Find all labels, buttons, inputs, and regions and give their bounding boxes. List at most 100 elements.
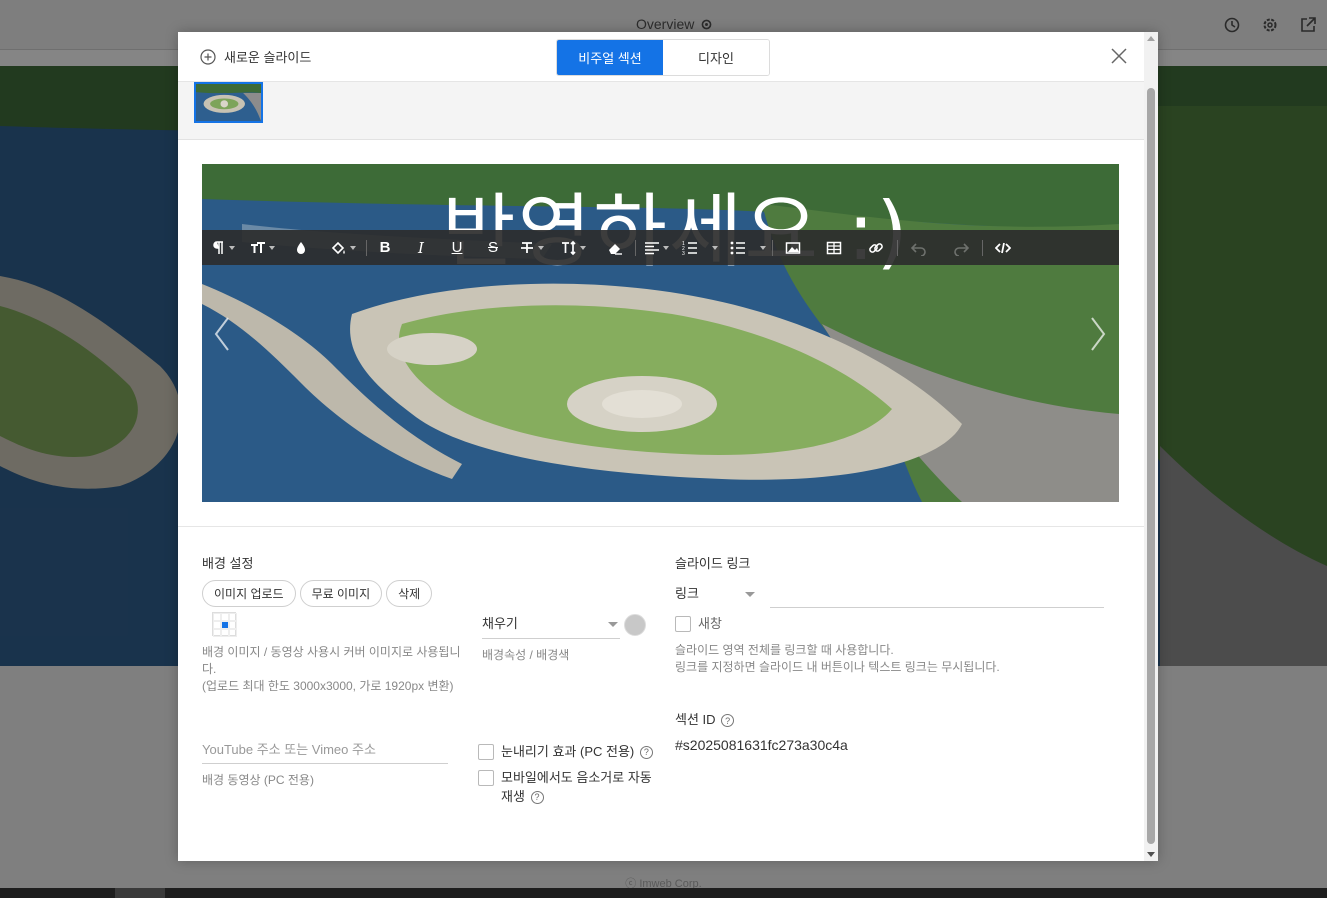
tab-design[interactable]: 디자인 xyxy=(663,40,769,75)
chevron-down-icon xyxy=(745,592,755,597)
line-height-icon xyxy=(561,240,576,255)
italic-icon: I xyxy=(418,238,424,257)
color-drop-icon xyxy=(297,241,305,254)
scroll-thumb[interactable] xyxy=(1147,88,1155,844)
bold-tool[interactable]: B xyxy=(367,230,403,265)
modal-scrollbar[interactable] xyxy=(1144,32,1158,861)
undo-tool[interactable] xyxy=(898,230,940,265)
line-height-tool[interactable] xyxy=(551,230,595,265)
plus-circle-icon xyxy=(200,48,216,65)
background-color-swatch[interactable] xyxy=(624,614,646,636)
gear-icon xyxy=(701,19,712,29)
text-editor-toolbar: B I U S 123 xyxy=(202,230,1119,265)
background-image-buttons: 이미지 업로드 무료 이미지 삭제 xyxy=(202,580,433,607)
external-link-icon[interactable] xyxy=(1299,16,1317,34)
page-title-text: Overview xyxy=(636,16,695,32)
clear-format-tool[interactable] xyxy=(511,230,551,265)
video-url-hint: 배경 동영상 (PC 전용) xyxy=(202,773,314,787)
scroll-up-arrow-icon[interactable] xyxy=(1147,36,1155,41)
new-window-checkbox[interactable] xyxy=(675,616,691,632)
snow-effect-option[interactable]: 눈내리기 효과 (PC 전용) ? xyxy=(478,742,653,761)
image-position-grid[interactable] xyxy=(212,612,237,637)
position-center-selected[interactable] xyxy=(221,621,229,629)
align-tool[interactable] xyxy=(636,230,676,265)
thumbnail-image xyxy=(196,84,261,121)
paragraph-icon xyxy=(212,240,223,254)
insert-link-tool[interactable] xyxy=(855,230,897,265)
visual-section-modal: 새로운 슬라이드 비주얼 섹션 디자인 B I U S 1 2 3 배경 설정 … xyxy=(178,32,1158,861)
help-icon[interactable]: ? xyxy=(639,746,653,760)
chevron-right-icon[interactable] xyxy=(1088,314,1108,354)
insert-table-tool[interactable] xyxy=(813,230,855,265)
unordered-list-icon xyxy=(730,241,745,254)
underline-tool[interactable]: U xyxy=(439,230,475,265)
section-divider xyxy=(178,526,1144,527)
paragraph-tool[interactable] xyxy=(202,230,242,265)
slide-thumbnail[interactable] xyxy=(194,82,263,123)
new-window-option[interactable]: 새창 xyxy=(675,614,722,633)
new-slide-button[interactable]: 새로운 슬라이드 xyxy=(200,47,311,66)
eraser-tool[interactable] xyxy=(595,230,635,265)
code-icon xyxy=(995,242,1011,253)
taskbar-app-active[interactable] xyxy=(115,888,165,898)
scroll-down-arrow-icon[interactable] xyxy=(1147,852,1155,857)
free-image-button[interactable]: 무료 이미지 xyxy=(299,580,383,607)
redo-tool[interactable] xyxy=(940,230,982,265)
help-icon[interactable]: ? xyxy=(530,791,544,805)
section-id-title: 섹션 ID ? xyxy=(675,709,735,728)
code-view-tool[interactable] xyxy=(983,230,1023,265)
text-size-icon xyxy=(250,241,265,253)
background-image-hint: 배경 이미지 / 동영상 사용시 커버 이미지로 사용됩니다. (업로드 최대 … xyxy=(202,645,461,693)
fill-color-tool[interactable] xyxy=(320,230,366,265)
redo-icon xyxy=(954,242,969,256)
help-icon[interactable]: ? xyxy=(721,714,735,728)
video-url-input[interactable] xyxy=(202,736,448,764)
section-id-value: #s2025081631fc273a30c4a xyxy=(675,737,848,753)
undo-icon xyxy=(911,242,926,256)
bold-icon: B xyxy=(379,239,391,256)
history-icon[interactable] xyxy=(1223,16,1241,34)
strikethrough-tool[interactable]: S xyxy=(475,230,511,265)
link-icon xyxy=(869,242,883,253)
background-settings-title: 배경 설정 xyxy=(202,556,254,571)
strikethrough-icon: S xyxy=(487,239,498,256)
insert-image-tool[interactable] xyxy=(773,230,813,265)
clear-format-icon xyxy=(520,241,533,253)
chevron-left-icon[interactable] xyxy=(212,314,232,354)
link-type-select[interactable]: 링크 xyxy=(675,583,757,609)
text-size-tool[interactable] xyxy=(242,230,282,265)
svg-text:3: 3 xyxy=(682,251,685,256)
slide-preview: 반영하세요 :) xyxy=(202,164,1119,502)
delete-image-button[interactable]: 삭제 xyxy=(386,580,433,607)
table-icon xyxy=(826,241,842,254)
mobile-autoplay-checkbox[interactable] xyxy=(478,770,494,786)
mobile-autoplay-option[interactable]: 모바일에서도 음소거로 자동 재생 ? xyxy=(478,768,658,806)
snow-effect-checkbox[interactable] xyxy=(478,744,494,760)
eraser-icon xyxy=(609,243,622,255)
slide-link-url-input[interactable] xyxy=(770,580,1104,608)
modal-header: 새로운 슬라이드 비주얼 섹션 디자인 xyxy=(178,32,1144,82)
italic-tool[interactable]: I xyxy=(403,230,439,265)
taskbar xyxy=(0,888,1327,898)
page-title: Overview xyxy=(636,16,713,32)
tab-visual-section[interactable]: 비주얼 섹션 xyxy=(557,40,663,75)
close-icon[interactable] xyxy=(1111,48,1127,64)
slide-link-title: 슬라이드 링크 xyxy=(675,556,751,571)
fill-mode-select[interactable]: 채우기 xyxy=(482,613,620,639)
section-tabs: 비주얼 섹션 디자인 xyxy=(556,39,770,76)
unordered-list-tool[interactable] xyxy=(724,230,772,265)
chevron-down-icon xyxy=(608,622,618,627)
underline-icon: U xyxy=(451,239,463,256)
slide-link-hint: 슬라이드 영역 전체를 링크할 때 사용합니다. 링크를 지정하면 슬라이드 내… xyxy=(675,643,1000,674)
fill-bucket-icon xyxy=(331,241,345,254)
image-icon xyxy=(785,241,801,254)
slide-thumbnail-strip xyxy=(178,82,1144,140)
align-icon xyxy=(644,241,659,254)
settings-icon[interactable] xyxy=(1261,16,1279,34)
fill-mode-hint: 배경속성 / 배경색 xyxy=(482,648,570,662)
upload-image-button[interactable]: 이미지 업로드 xyxy=(202,580,296,607)
ordered-list-tool[interactable]: 123 xyxy=(676,230,724,265)
new-slide-label: 새로운 슬라이드 xyxy=(224,50,312,65)
topbar-icons xyxy=(1223,16,1317,34)
text-color-tool[interactable] xyxy=(282,230,320,265)
